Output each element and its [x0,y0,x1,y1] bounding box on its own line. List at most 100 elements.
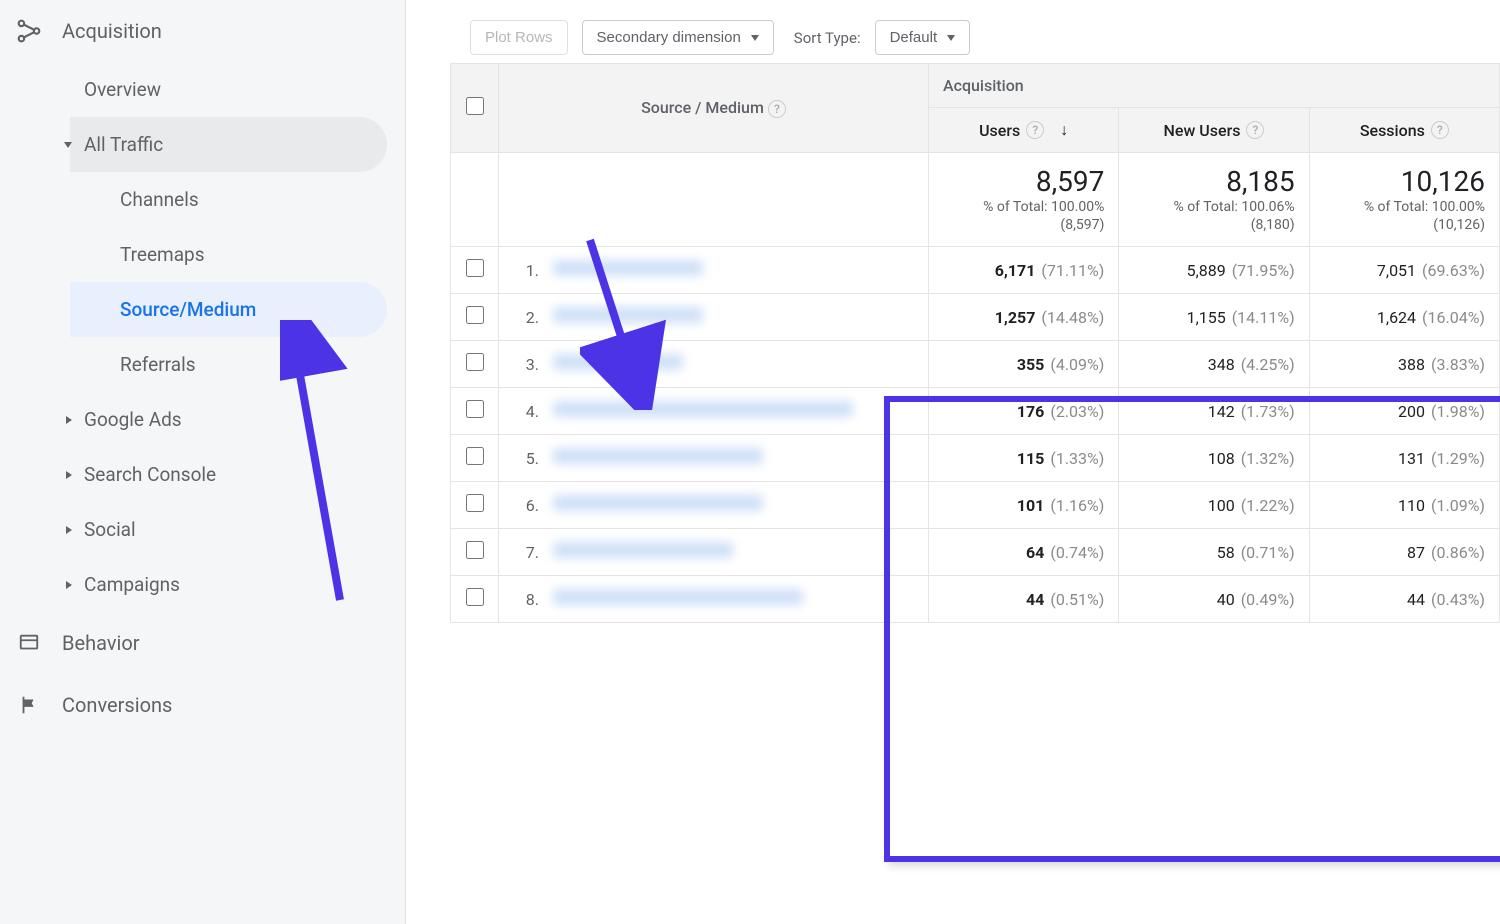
cell-new-users: 348(4.25%) [1119,341,1309,388]
cell-users: 101(1.16%) [929,482,1119,529]
row-checkbox[interactable] [466,588,484,606]
cell-sessions: 200(1.98%) [1309,388,1499,435]
cell-new-users: 58(0.71%) [1119,529,1309,576]
blurred-value [553,260,703,276]
row-checkbox[interactable] [466,541,484,559]
chevron-down-icon [947,35,955,41]
cell-sessions: 131(1.29%) [1309,435,1499,482]
cell-new-users: 100(1.22%) [1119,482,1309,529]
row-checkbox[interactable] [466,306,484,324]
secondary-dimension-dropdown[interactable]: Secondary dimension [582,20,774,55]
cell-sessions: 87(0.86%) [1309,529,1499,576]
sidebar-section-label: Acquisition [62,19,162,43]
table-row[interactable]: 8.44(0.51%)40(0.49%)44(0.43%) [451,576,1500,623]
select-all-checkbox[interactable] [466,97,484,115]
summary-sessions: 10,126 % of Total: 100.00% (10,126) [1309,153,1499,247]
summary-users: 8,597 % of Total: 100.00% (8,597) [929,153,1119,247]
table-row[interactable]: 4.176(2.03%)142(1.73%)200(1.98%) [451,388,1500,435]
sidebar-item-conversions[interactable]: Conversions [0,674,405,736]
cell-new-users: 142(1.73%) [1119,388,1309,435]
data-table: Source / Medium ? Acquisition Users ? ↓ … [450,63,1500,623]
help-icon[interactable]: ? [768,100,786,118]
sidebar-item-overview[interactable]: Overview [70,62,405,117]
cell-new-users: 5,889(71.95%) [1119,247,1309,294]
sort-type-dropdown[interactable]: Default [875,20,971,55]
table-row[interactable]: 3.355(4.09%)348(4.25%)388(3.83%) [451,341,1500,388]
table-row[interactable]: 1.6,171(71.11%)5,889(71.95%)7,051(69.63%… [451,247,1500,294]
sidebar-item-search-console[interactable]: Search Console [70,447,405,502]
sidebar-item-google-ads[interactable]: Google Ads [70,392,405,447]
header-users[interactable]: Users ? ↓ [929,108,1119,153]
cell-sessions: 44(0.43%) [1309,576,1499,623]
plot-rows-button[interactable]: Plot Rows [470,20,568,55]
table-row[interactable]: 2.1,257(14.48%)1,155(14.11%)1,624(16.04%… [451,294,1500,341]
sidebar-item-campaigns[interactable]: Campaigns [70,557,405,612]
cell-users: 44(0.51%) [929,576,1119,623]
cell-source-medium[interactable]: 8. [499,576,929,623]
sidebar-item-referrals[interactable]: Referrals [70,337,405,392]
blurred-value [553,589,803,605]
cell-users: 1,257(14.48%) [929,294,1119,341]
table-row[interactable]: 5.115(1.33%)108(1.32%)131(1.29%) [451,435,1500,482]
blurred-value [553,495,763,511]
cell-source-medium[interactable]: 2. [499,294,929,341]
cell-users: 176(2.03%) [929,388,1119,435]
header-source-medium[interactable]: Source / Medium ? [499,64,929,153]
help-icon[interactable]: ? [1246,121,1264,139]
cell-source-medium[interactable]: 6. [499,482,929,529]
cell-sessions: 1,624(16.04%) [1309,294,1499,341]
sidebar: Acquisition Overview All Traffic Channel… [0,0,406,924]
blurred-value [553,354,683,370]
acquisition-icon [14,16,44,46]
blurred-value [553,542,733,558]
cell-users: 6,171(71.11%) [929,247,1119,294]
table-toolbar: Plot Rows Secondary dimension Sort Type:… [470,20,1500,55]
sidebar-conversions-label: Conversions [62,693,172,717]
chevron-down-icon [751,35,759,41]
sort-type-label: Sort Type: [794,29,861,47]
cell-source-medium[interactable]: 1. [499,247,929,294]
row-checkbox[interactable] [466,259,484,277]
sidebar-item-behavior[interactable]: Behavior [0,612,405,674]
table-row[interactable]: 7.64(0.74%)58(0.71%)87(0.86%) [451,529,1500,576]
cell-source-medium[interactable]: 5. [499,435,929,482]
flag-icon [14,690,44,720]
cell-sessions: 388(3.83%) [1309,341,1499,388]
row-checkbox[interactable] [466,400,484,418]
header-group-acquisition: Acquisition [929,64,1500,108]
summary-new-users: 8,185 % of Total: 100.06% (8,180) [1119,153,1309,247]
cell-sessions: 110(1.09%) [1309,482,1499,529]
blurred-value [553,307,703,323]
cell-new-users: 1,155(14.11%) [1119,294,1309,341]
table-row[interactable]: 6.101(1.16%)100(1.22%)110(1.09%) [451,482,1500,529]
sidebar-behavior-label: Behavior [62,631,140,655]
blurred-value [553,401,853,417]
sidebar-item-source-medium[interactable]: Source/Medium [70,282,387,337]
cell-users: 64(0.74%) [929,529,1119,576]
sidebar-item-all-traffic[interactable]: All Traffic [70,117,387,172]
row-checkbox[interactable] [466,353,484,371]
header-new-users[interactable]: New Users ? [1119,108,1309,153]
header-checkbox-cell [451,64,499,153]
sort-desc-icon: ↓ [1060,120,1068,140]
cell-users: 355(4.09%) [929,341,1119,388]
sidebar-item-treemaps[interactable]: Treemaps [70,227,405,282]
cell-source-medium[interactable]: 3. [499,341,929,388]
help-icon[interactable]: ? [1026,121,1044,139]
cell-new-users: 40(0.49%) [1119,576,1309,623]
header-sessions[interactable]: Sessions ? [1309,108,1499,153]
cell-new-users: 108(1.32%) [1119,435,1309,482]
row-checkbox[interactable] [466,447,484,465]
row-checkbox[interactable] [466,494,484,512]
main-content: Plot Rows Secondary dimension Sort Type:… [406,0,1500,924]
cell-source-medium[interactable]: 7. [499,529,929,576]
cell-source-medium[interactable]: 4. [499,388,929,435]
sidebar-item-social[interactable]: Social [70,502,405,557]
sidebar-item-acquisition[interactable]: Acquisition [0,0,405,62]
sidebar-item-channels[interactable]: Channels [70,172,405,227]
blurred-value [553,448,763,464]
cell-users: 115(1.33%) [929,435,1119,482]
cell-sessions: 7,051(69.63%) [1309,247,1499,294]
help-icon[interactable]: ? [1431,121,1449,139]
behavior-icon [14,628,44,658]
